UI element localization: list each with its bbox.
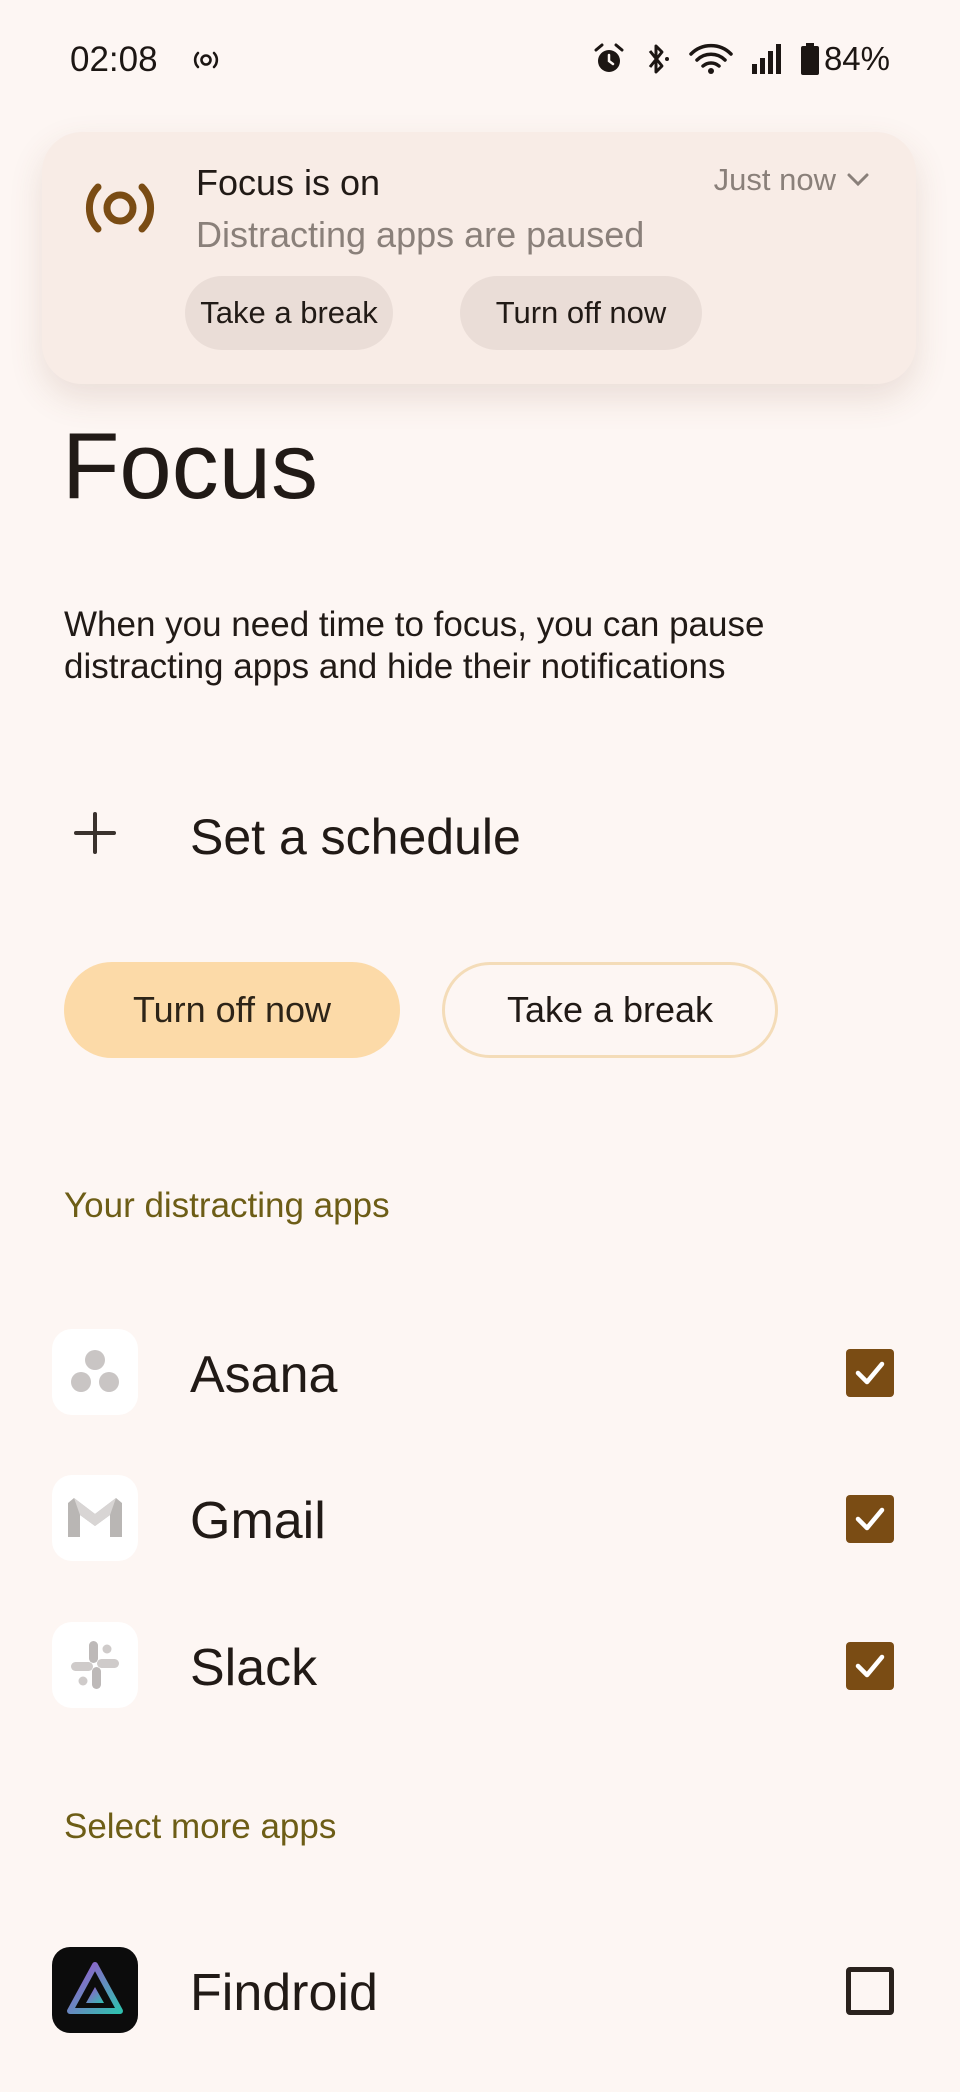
app-row-findroid[interactable]: Findroid	[0, 1925, 960, 2055]
notification-title: Focus is on	[196, 162, 381, 203]
bluetooth-icon	[642, 42, 672, 76]
notification-turn-off-button[interactable]: Turn off now	[460, 276, 702, 350]
focus-mode-icon	[84, 172, 156, 249]
page-title: Focus	[62, 413, 318, 518]
checkmark-icon	[855, 1361, 885, 1385]
turn-off-now-button[interactable]: Turn off now	[64, 962, 400, 1058]
app-checkbox-checked[interactable]	[846, 1349, 894, 1397]
app-row-asana[interactable]: Asana	[0, 1307, 960, 1437]
app-row-slack[interactable]: Slack	[0, 1600, 960, 1730]
app-row-gmail[interactable]: Gmail	[0, 1453, 960, 1583]
app-checkbox-unchecked[interactable]	[846, 1967, 894, 2015]
take-break-button[interactable]: Take a break	[442, 962, 778, 1058]
notification-subtitle: Distracting apps are paused	[196, 214, 645, 255]
focus-mode-icon	[192, 50, 220, 75]
distracting-apps-header: Your distracting apps	[64, 1186, 390, 1225]
app-name: Asana	[190, 1346, 338, 1404]
set-schedule-label: Set a schedule	[190, 809, 521, 865]
alarm-icon	[592, 42, 626, 76]
page-description: When you need time to focus, you can pau…	[64, 605, 765, 686]
signal-icon	[750, 42, 784, 76]
notification-take-break-button[interactable]: Take a break	[185, 276, 393, 350]
notification-time[interactable]: Just now	[714, 162, 870, 198]
chevron-down-icon	[847, 173, 869, 187]
asana-icon	[52, 1329, 138, 1415]
app-checkbox-checked[interactable]	[846, 1642, 894, 1690]
slack-icon	[52, 1622, 138, 1708]
wifi-icon	[688, 42, 734, 76]
findroid-icon	[52, 1947, 138, 2033]
set-schedule-row[interactable]: Set a schedule	[0, 780, 960, 890]
select-more-apps-header: Select more apps	[64, 1807, 337, 1846]
plus-icon	[72, 810, 118, 861]
app-name: Findroid	[190, 1964, 378, 2022]
app-checkbox-checked[interactable]	[846, 1495, 894, 1543]
checkmark-icon	[855, 1507, 885, 1531]
gmail-icon	[52, 1475, 138, 1561]
status-icons: 84%	[592, 40, 890, 78]
battery-percent: 84%	[823, 40, 890, 77]
focus-notification[interactable]: Focus is on Distracting apps are paused …	[42, 132, 916, 384]
status-time: 02:08	[70, 40, 158, 79]
battery-icon: 84%	[800, 40, 890, 78]
app-name: Slack	[190, 1639, 318, 1697]
checkmark-icon	[855, 1654, 885, 1678]
notification-time-label: Just now	[713, 162, 836, 197]
app-name: Gmail	[190, 1492, 326, 1550]
